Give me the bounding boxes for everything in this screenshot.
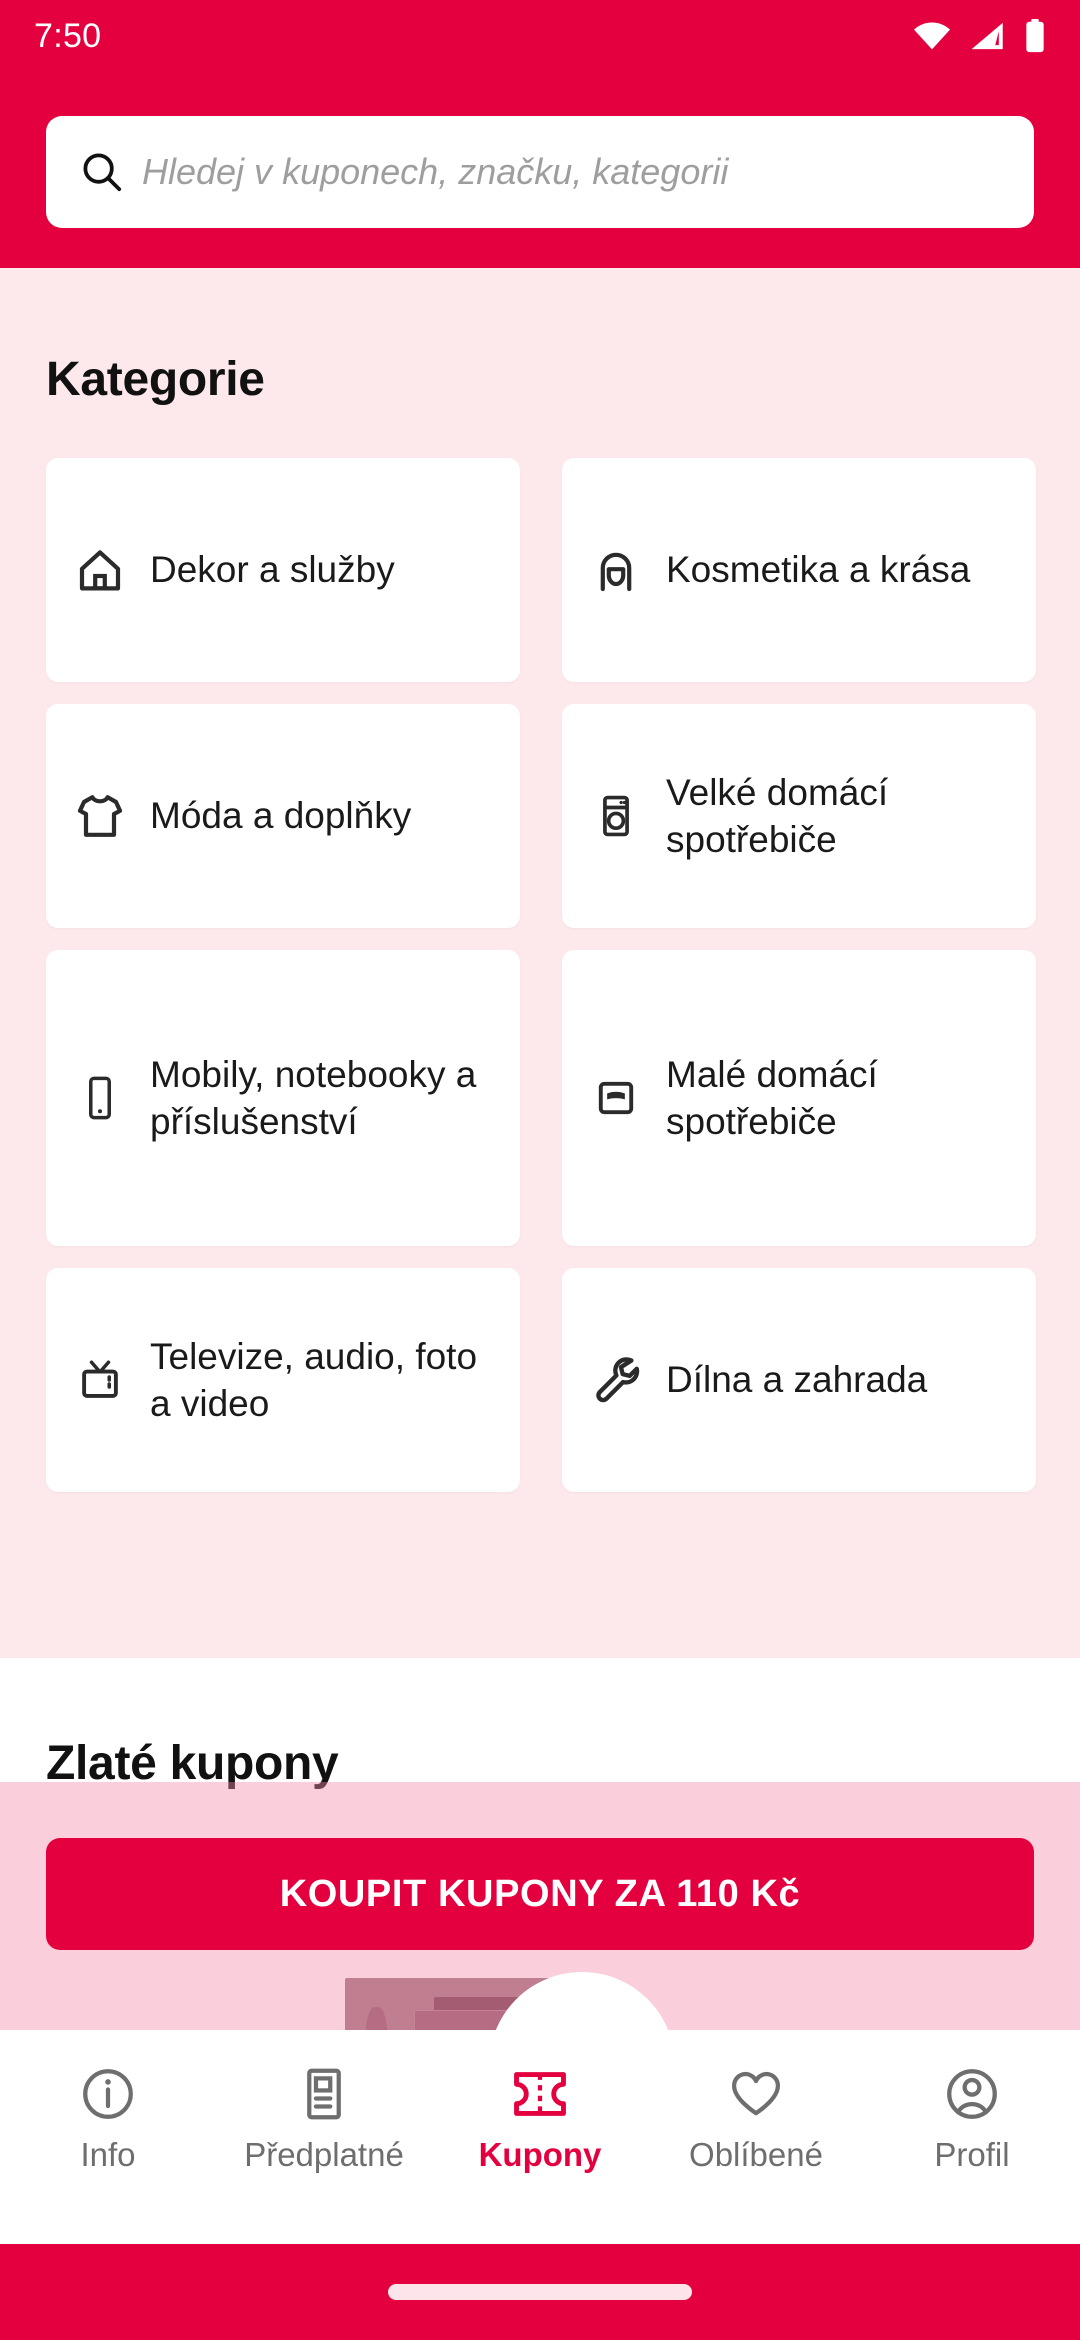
category-label: Mobily, notebooky a příslušenství bbox=[150, 1053, 477, 1142]
nav-label: Oblíbené bbox=[689, 2136, 823, 2173]
category-label: Malé domácí spotřebiče bbox=[666, 1053, 878, 1142]
category-card-mobily-notebooky[interactable]: Mobily, notebooky a příslušenství bbox=[46, 950, 520, 1246]
section-title-gold-coupons: Zlaté kupony bbox=[46, 1737, 339, 1790]
categories-section: Kategorie Dekor a služby Kosmetika a krá… bbox=[0, 268, 1080, 1658]
search-input[interactable]: Hledej v kuponech, značku, kategorii bbox=[142, 154, 728, 190]
category-label: Velké domácí spotřebiče bbox=[666, 771, 889, 860]
smartphone-icon bbox=[72, 1070, 128, 1126]
categories-grid: Dekor a služby Kosmetika a krása Móda a … bbox=[46, 458, 1036, 1492]
nav-label: Předplatné bbox=[244, 2136, 404, 2173]
info-circle-icon bbox=[76, 2064, 140, 2124]
heart-icon bbox=[724, 2064, 788, 2124]
page-title: Kategorie bbox=[46, 353, 265, 406]
cosmetics-bottle-icon bbox=[588, 542, 644, 598]
nav-item-kupony[interactable]: Kupony bbox=[432, 2064, 648, 2171]
nav-item-predplatne[interactable]: Předplatné bbox=[216, 2064, 432, 2171]
bottom-navigation: Info Předplatné Kupony Oblíbené Profil bbox=[0, 1972, 1080, 2244]
status-time: 7:50 bbox=[34, 17, 102, 55]
category-label: Dekor a služby bbox=[150, 549, 395, 591]
nav-label: Profil bbox=[934, 2136, 1010, 2173]
wifi-icon bbox=[912, 21, 952, 51]
search-icon bbox=[78, 148, 126, 196]
app-screen: 7:50 Hledej v kuponech, značku, kategori… bbox=[0, 0, 1080, 2340]
cellular-signal-icon bbox=[970, 21, 1006, 51]
microwave-icon bbox=[588, 1070, 644, 1126]
wrench-icon bbox=[588, 1352, 644, 1408]
search-bar[interactable]: Hledej v kuponech, značku, kategorii bbox=[46, 116, 1034, 228]
person-circle-icon bbox=[940, 2064, 1004, 2124]
app-header: 7:50 Hledej v kuponech, značku, kategori… bbox=[0, 0, 1080, 268]
home-icon bbox=[72, 542, 128, 598]
nav-label: Kupony bbox=[478, 2136, 602, 2173]
status-icons bbox=[912, 19, 1046, 53]
category-card-male-domaci-spotrebice[interactable]: Malé domácí spotřebiče bbox=[562, 950, 1036, 1246]
home-indicator[interactable] bbox=[388, 2284, 692, 2300]
category-card-velke-domaci-spotrebice[interactable]: Velké domácí spotřebiče bbox=[562, 704, 1036, 928]
category-label: Móda a doplňky bbox=[150, 795, 412, 837]
battery-icon bbox=[1024, 19, 1046, 53]
nav-item-oblibene[interactable]: Oblíbené bbox=[648, 2064, 864, 2171]
category-card-dekor-a-sluzby[interactable]: Dekor a služby bbox=[46, 458, 520, 682]
category-label: Televize, audio, foto a video bbox=[150, 1335, 478, 1424]
washing-machine-icon bbox=[588, 788, 644, 844]
category-card-moda-a-doplnky[interactable]: Móda a doplňky bbox=[46, 704, 520, 928]
status-bar: 7:50 bbox=[0, 0, 1080, 72]
category-card-dilna-a-zahrada[interactable]: Dílna a zahrada bbox=[562, 1268, 1036, 1492]
category-label: Kosmetika a krása bbox=[666, 549, 971, 591]
category-card-televize-audio-foto-video[interactable]: Televize, audio, foto a video bbox=[46, 1268, 520, 1492]
category-label: Dílna a zahrada bbox=[666, 1359, 928, 1401]
nav-item-info[interactable]: Info bbox=[0, 2064, 216, 2171]
subscription-card-icon bbox=[292, 2064, 356, 2124]
ticket-icon bbox=[508, 2064, 572, 2124]
nav-label: Info bbox=[80, 2136, 136, 2173]
buy-coupons-button[interactable]: KOUPIT KUPONY ZA 110 Kč bbox=[46, 1838, 1034, 1950]
tshirt-icon bbox=[72, 788, 128, 844]
nav-item-profil[interactable]: Profil bbox=[864, 2064, 1080, 2171]
category-card-kosmetika-a-krasa[interactable]: Kosmetika a krása bbox=[562, 458, 1036, 682]
system-gesture-bar bbox=[0, 2244, 1080, 2340]
television-icon bbox=[72, 1352, 128, 1408]
